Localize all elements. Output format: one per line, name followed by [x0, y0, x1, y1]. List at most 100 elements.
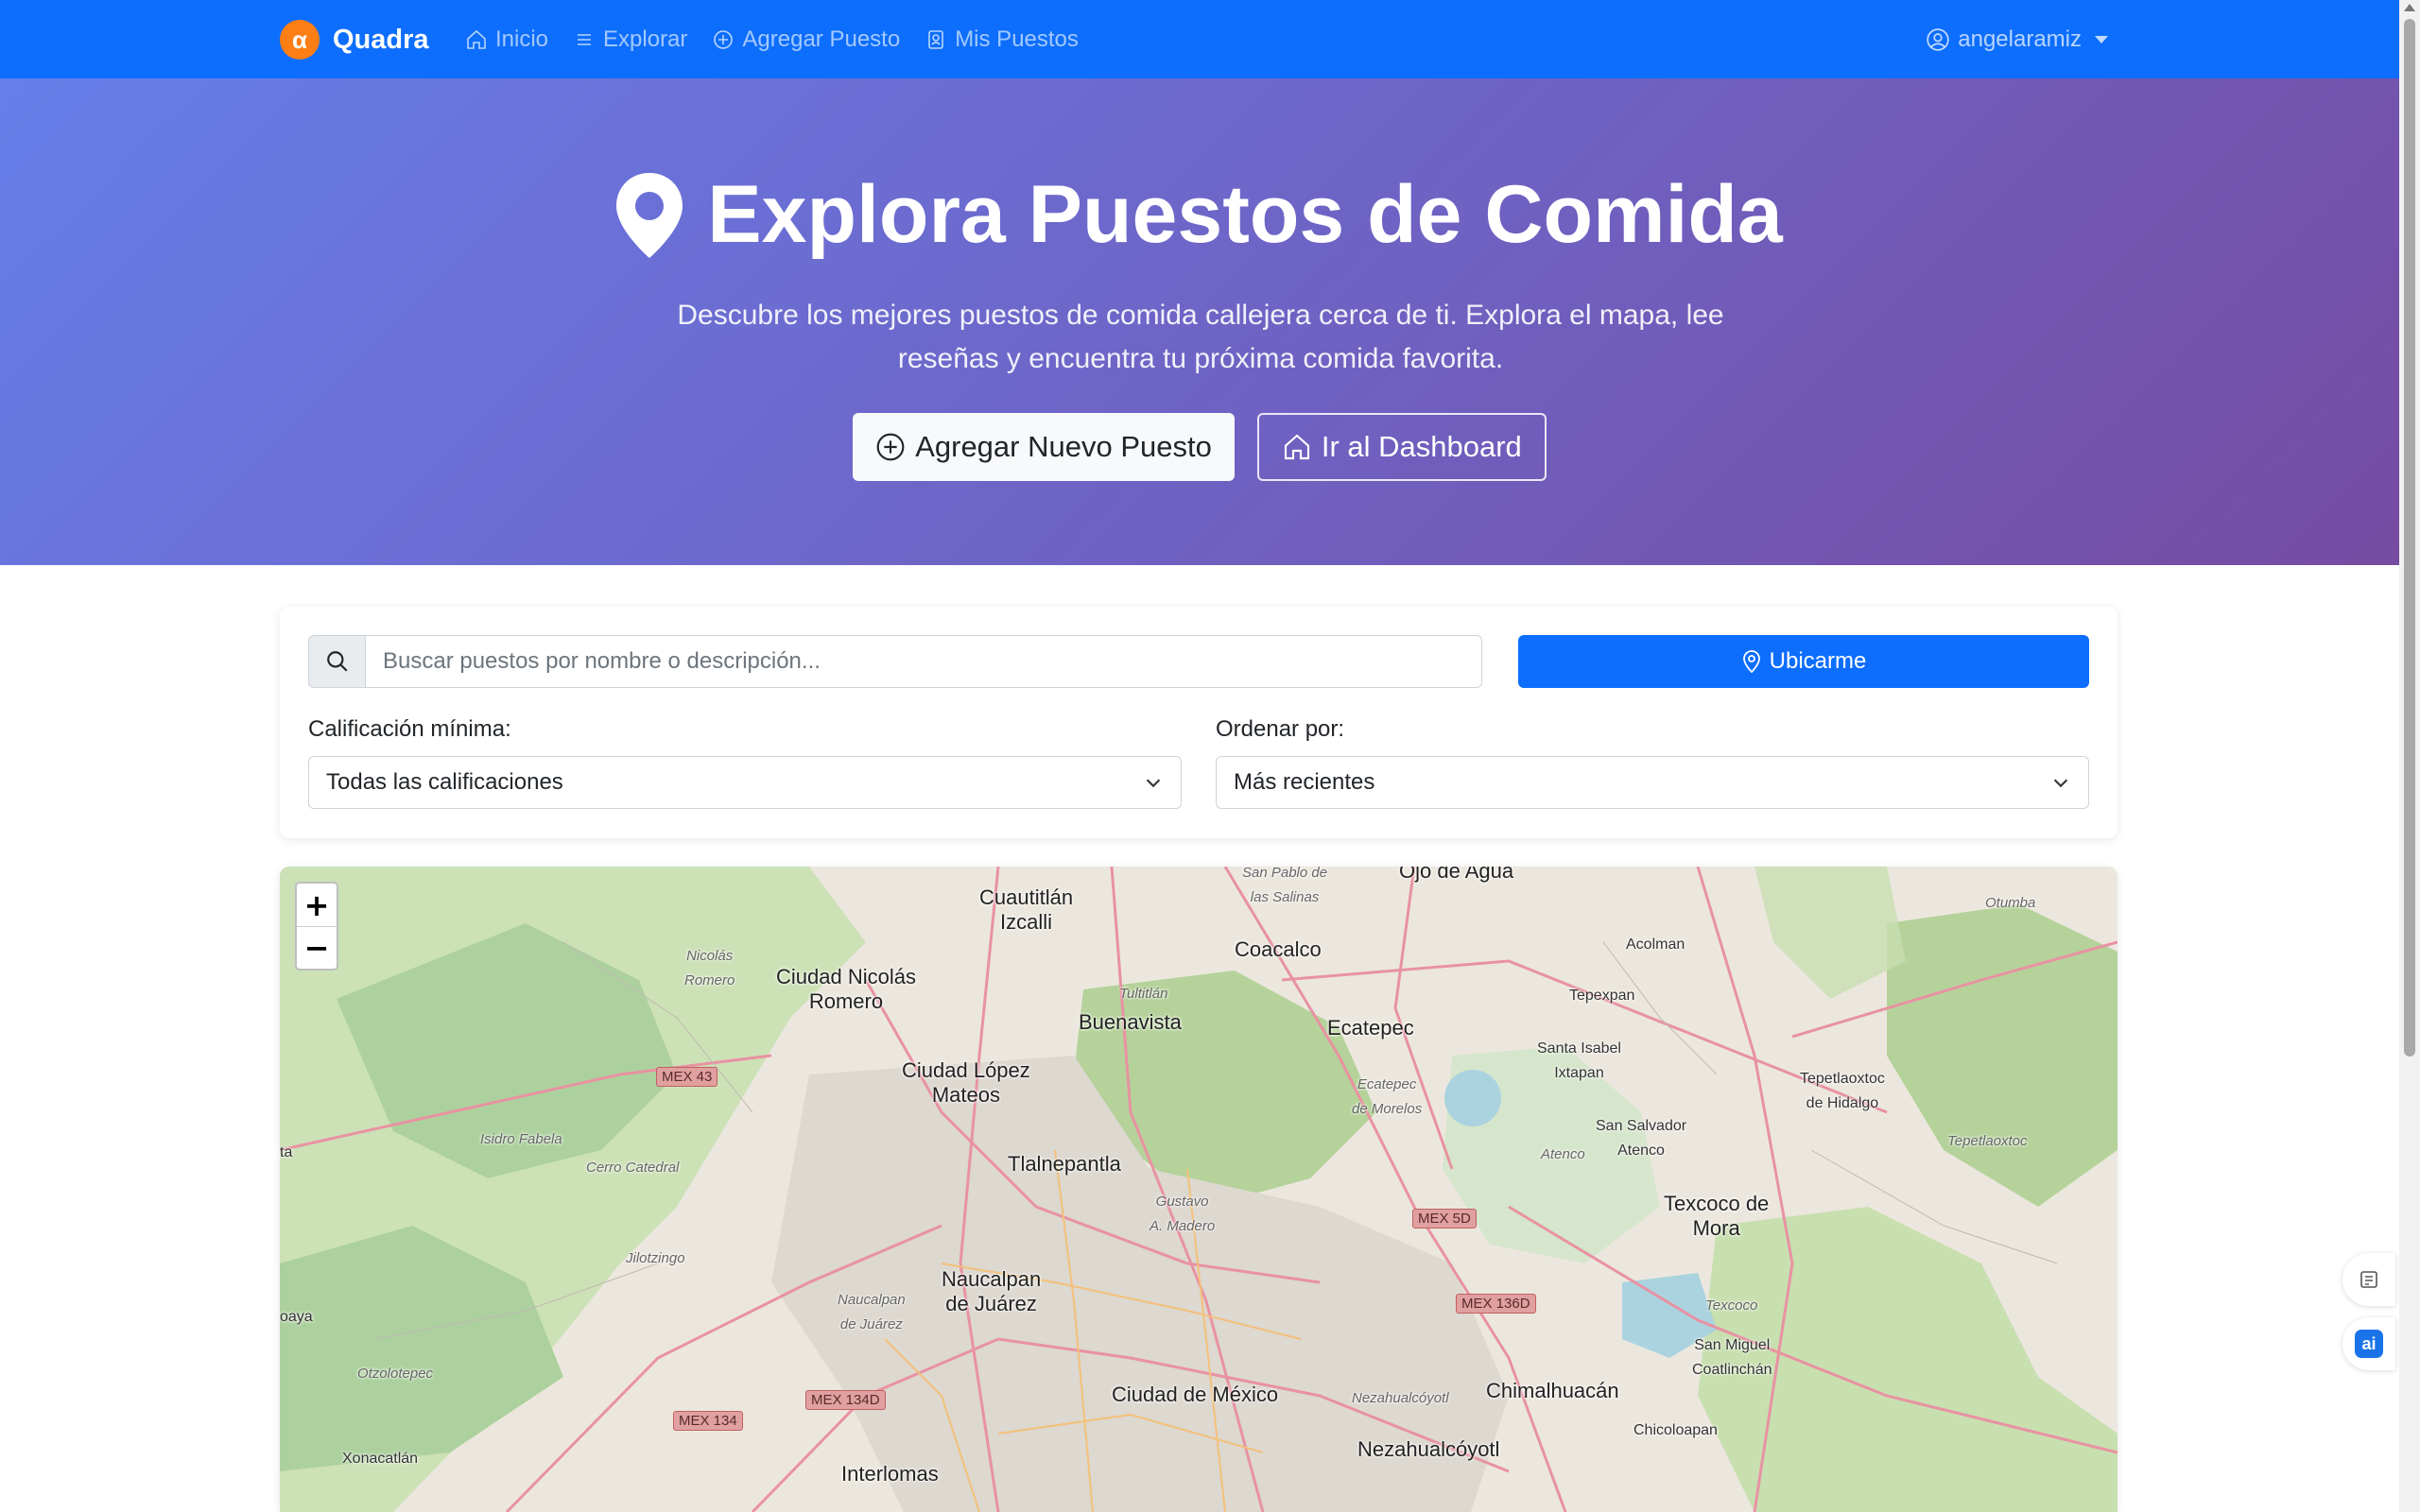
map-label: San Miguel Coatlinchán [1692, 1337, 1772, 1378]
nav-link-label: Inicio [495, 26, 549, 52]
zoom-control: + − [295, 882, 338, 971]
highway-shield: MEX 134 [673, 1411, 743, 1431]
nav-link-label: Explorar [603, 26, 688, 52]
house-icon [1284, 434, 1309, 460]
highway-shield: MEX 134D [805, 1390, 886, 1410]
map-label: ta [280, 1144, 293, 1160]
map-label: Texcoco [1705, 1297, 1758, 1314]
geo-pin-icon [1742, 650, 1760, 673]
search-input[interactable] [365, 635, 1482, 688]
highway-shield: MEX 136D [1456, 1294, 1536, 1314]
nav-link-agregar-puesto[interactable]: Agregar Puesto [712, 26, 900, 53]
highway-shield: MEX 43 [656, 1067, 718, 1087]
nav-link-label: Agregar Puesto [742, 26, 901, 52]
nav-link-inicio[interactable]: Inicio [465, 26, 548, 53]
map-label: Ecatepec de Morelos [1352, 1076, 1423, 1117]
sort-select-value: Más recientes [1234, 769, 1375, 795]
map-label: San Salvador Atenco [1596, 1118, 1687, 1159]
stalls-map[interactable]: + − Cuautitlán Izcalli Ciudad Nicolás Ro… [280, 867, 2118, 1512]
zoom-in-button[interactable]: + [297, 884, 337, 926]
map-label: Otzolotepec [357, 1366, 434, 1382]
highway-shield: MEX 5D [1412, 1209, 1477, 1228]
chevron-down-icon [1146, 779, 1161, 788]
nav-link-explorar[interactable]: Explorar [573, 26, 687, 53]
side-notes-widget[interactable] [2342, 1253, 2395, 1306]
side-ai-widget[interactable]: ai [2342, 1317, 2395, 1370]
notes-icon [2360, 1271, 2377, 1288]
map-label: oaya [280, 1309, 313, 1325]
sort-select[interactable]: Más recientes [1216, 756, 2089, 809]
map-label: Isidro Fabela [480, 1131, 562, 1147]
map-label: Ciudad de México [1112, 1383, 1279, 1406]
rating-label: Calificación mínima: [308, 716, 511, 742]
ai-assistant-icon: ai [2355, 1330, 2383, 1358]
map-label: Ciudad López Mateos [902, 1058, 1030, 1107]
scroll-up-arrow-icon[interactable] [2404, 4, 2415, 11]
map-label: Naucalpan de Juárez [838, 1292, 906, 1332]
map-label: Coacalco [1235, 937, 1322, 961]
hero-section: Explora Puestos de Comida Descubre los m… [0, 78, 2399, 565]
map-label: San Pablo de las Salinas [1242, 867, 1328, 905]
map-label: Tepetlaoxtoc de Hidalgo [1800, 1071, 1885, 1111]
map-label: Gustavo A. Madero [1150, 1194, 1216, 1234]
add-new-stall-label: Agregar Nuevo Puesto [915, 430, 1212, 463]
nav-link-label: Mis Puestos [955, 26, 1079, 52]
map-label: Xonacatlán [342, 1451, 419, 1467]
nav-link-mis-puestos[interactable]: Mis Puestos [925, 26, 1079, 53]
search-addon [308, 635, 365, 688]
hero-title: Explora Puestos de Comida [0, 168, 2399, 262]
brand-link[interactable]: α Quadra [280, 19, 429, 60]
map-label: Nicolás Romero [684, 948, 735, 988]
map-label: Interlomas [841, 1462, 939, 1486]
caret-down-icon [2095, 36, 2108, 43]
map-label: Tultitlán [1119, 986, 1168, 1002]
brand-name: Quadra [333, 24, 429, 55]
map-label: Tlalnepantla [1008, 1152, 1121, 1176]
rating-select[interactable]: Todas las calificaciones [308, 756, 1182, 809]
map-label: Jilotzingo [626, 1250, 685, 1266]
map-label: Santa Isabel Ixtapan [1537, 1040, 1621, 1081]
map-label: Nezahualcóyotl [1352, 1390, 1449, 1406]
locate-me-button[interactable]: Ubicarme [1518, 635, 2089, 688]
chevron-down-icon [2053, 779, 2068, 788]
nav-links: Inicio Explorar Agregar Puesto Mis Puest… [465, 19, 1079, 60]
search-icon [326, 651, 348, 672]
person-circle-icon [1927, 28, 1949, 51]
navbar: α Quadra Inicio Explorar Agregar Puesto … [0, 0, 2420, 78]
map-label: Tepexpan [1569, 988, 1635, 1004]
hero-subtitle: Descubre los mejores puestos de comida c… [677, 300, 1724, 374]
badge-icon [928, 30, 943, 49]
zoom-out-button[interactable]: − [297, 926, 337, 969]
map-label: Atenco [1541, 1146, 1585, 1162]
list-icon [578, 34, 592, 45]
brand-logo-icon: α [280, 20, 320, 60]
map-label: Otumba [1985, 895, 2036, 911]
plus-circle-icon [714, 30, 734, 49]
map-label: Ecatepec [1327, 1016, 1414, 1040]
map-label: Ciudad Nicolás Romero [776, 965, 916, 1013]
hero-buttons: Agregar Nuevo Puesto Ir al Dashboard [0, 413, 2399, 481]
map-label: Buenavista [1079, 1010, 1182, 1034]
map-label: Texcoco de Mora [1664, 1192, 1770, 1240]
map-label: Cuautitlán Izcalli [979, 885, 1074, 934]
page-scrollbar[interactable] [2399, 0, 2420, 1512]
map-label: Naucalpan de Juárez [942, 1267, 1042, 1315]
plus-circle-icon [876, 433, 905, 461]
hero-title-text: Explora Puestos de Comida [707, 169, 1783, 260]
map-label: Chicoloapan [1634, 1422, 1718, 1438]
go-dashboard-button[interactable]: Ir al Dashboard [1256, 413, 1547, 481]
map-label: Acolman [1626, 936, 1685, 953]
go-dashboard-label: Ir al Dashboard [1321, 430, 1522, 463]
scroll-thumb[interactable] [2404, 19, 2415, 1057]
add-new-stall-button[interactable]: Agregar Nuevo Puesto [853, 413, 1235, 481]
rating-select-value: Todas las calificaciones [326, 769, 563, 795]
map-label: Ojo de Agua [1399, 867, 1514, 883]
map-label: Cerro Catedral [586, 1160, 680, 1176]
locate-me-label: Ubicarme [1769, 648, 1867, 674]
search-group [308, 635, 1482, 688]
user-name: angelaramiz [1958, 26, 2082, 52]
map-pin-icon [616, 172, 683, 258]
sort-label: Ordenar por: [1216, 716, 1345, 742]
user-menu[interactable]: angelaramiz [1926, 19, 2108, 60]
filter-card: Ubicarme Calificación mínima: Todas las … [280, 607, 2118, 838]
